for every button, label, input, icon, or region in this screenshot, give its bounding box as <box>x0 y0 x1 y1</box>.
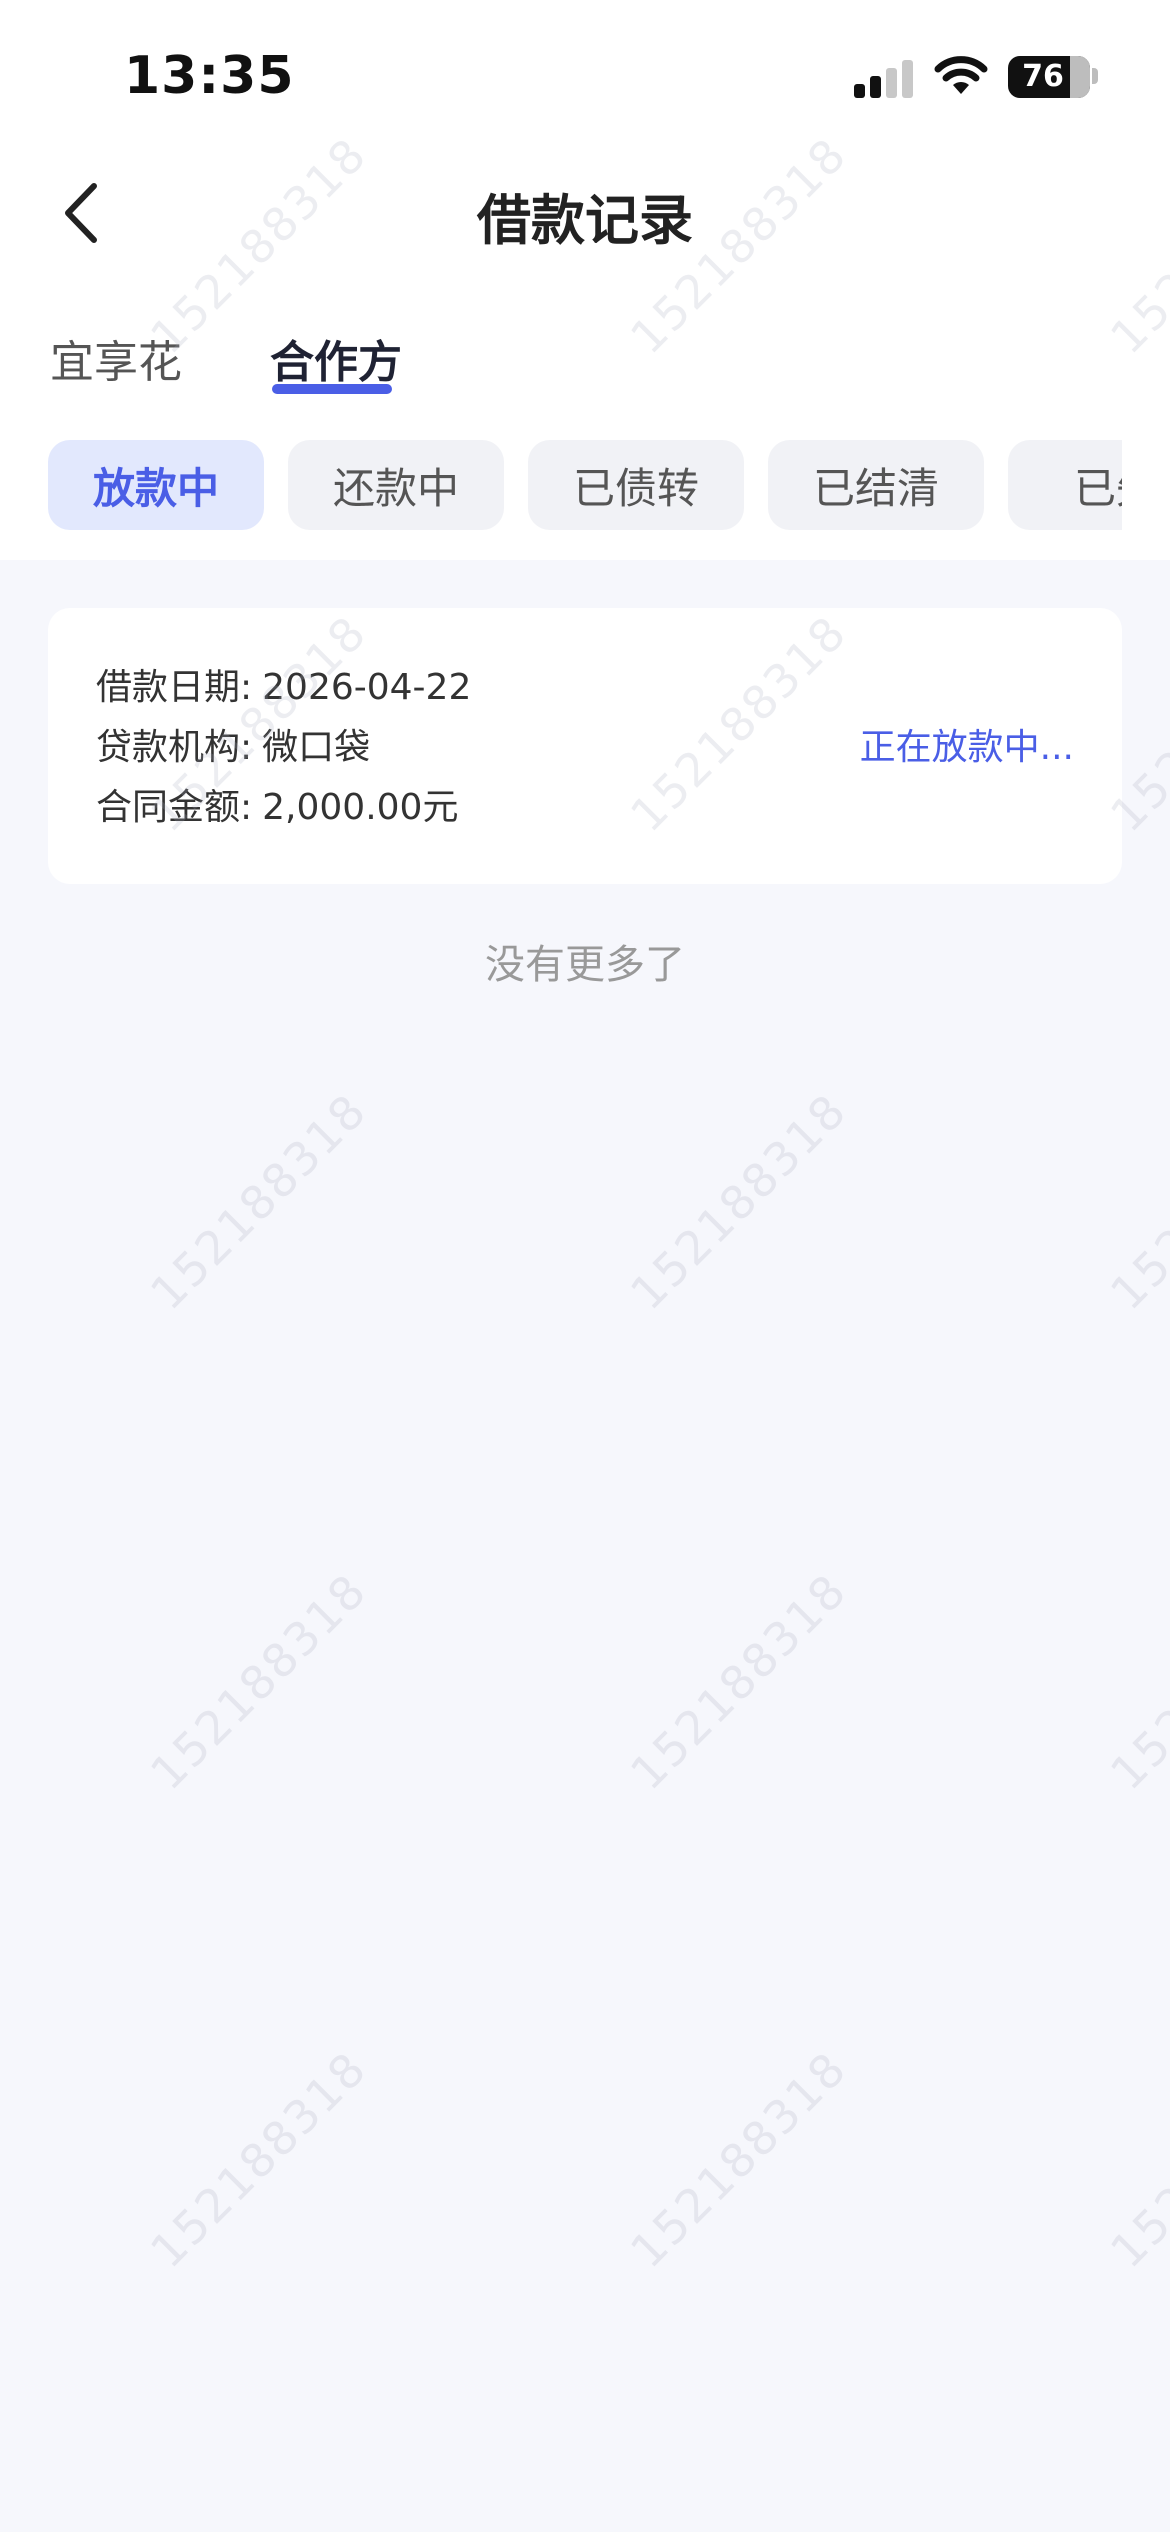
battery-level: 76 <box>1022 59 1064 94</box>
filter-debt-transferred[interactable]: 已债转 <box>528 440 744 530</box>
active-tab-indicator <box>272 384 392 394</box>
cellular-signal-icon <box>854 58 914 98</box>
page-title: 借款记录 <box>477 189 693 252</box>
filter-failed[interactable]: 已失 <box>1008 440 1122 530</box>
disbursing-status: 正在放款中... <box>859 727 1074 768</box>
watermark: 152188318 <box>1100 1563 1170 1801</box>
watermark: 152188318 <box>620 1083 858 1321</box>
watermark: 152188318 <box>1100 2041 1170 2279</box>
watermark: 152188318 <box>140 1563 378 1801</box>
tab-partner[interactable]: 合作方 <box>270 326 402 390</box>
status-time: 13:35 <box>124 46 295 106</box>
wifi-icon <box>934 56 988 94</box>
battery-icon: 76 <box>1008 56 1090 98</box>
filter-repaying[interactable]: 还款中 <box>288 440 504 530</box>
amount-value: 2,000.00元 <box>262 787 459 828</box>
status-filter-bar: 放款中 还款中 已债转 已结清 已失 <box>48 440 1122 530</box>
loan-date-label: 借款日期: <box>96 667 253 708</box>
watermark: 152188318 <box>620 2041 858 2279</box>
watermark: 152188318 <box>140 1083 378 1321</box>
filter-settled[interactable]: 已结清 <box>768 440 984 530</box>
watermark: 152188318 <box>1100 1083 1170 1321</box>
battery-tip <box>1092 68 1098 84</box>
watermark: 152188318 <box>140 2041 378 2279</box>
no-more-text: 没有更多了 <box>485 942 685 988</box>
filter-disbursing[interactable]: 放款中 <box>48 440 264 530</box>
watermark: 152188318 <box>620 1563 858 1801</box>
